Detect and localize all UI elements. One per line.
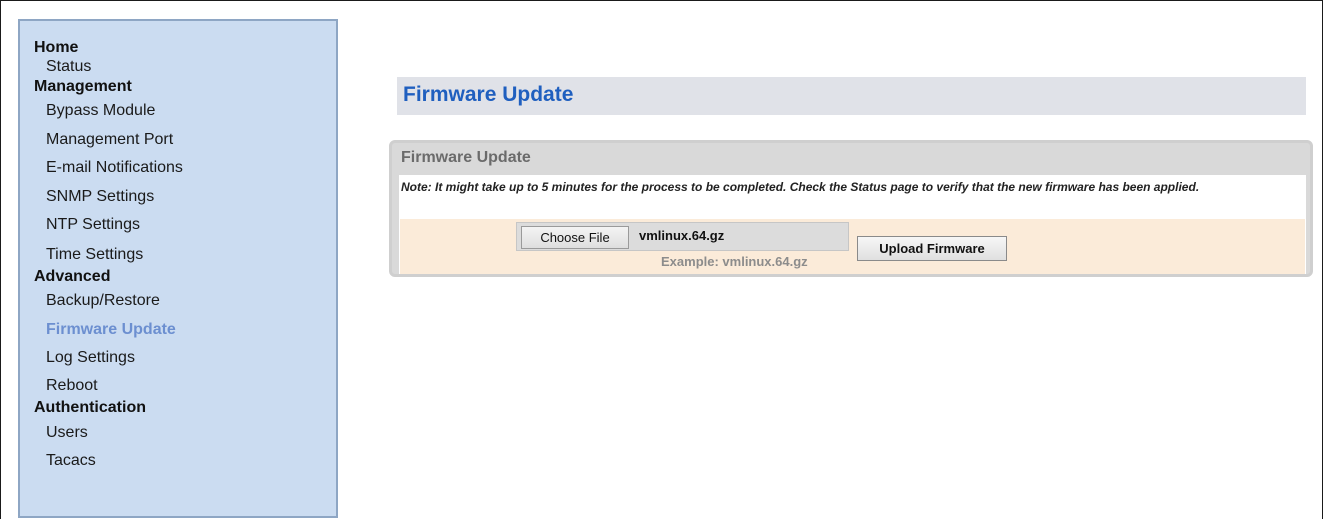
update-note: Note: It might take up to 5 minutes for …: [401, 180, 1200, 194]
nav-item-management-port[interactable]: Management Port: [34, 126, 336, 155]
page-title: Firmware Update: [403, 83, 574, 106]
firmware-update-panel: Firmware Update Note: It might take up t…: [389, 140, 1313, 277]
nav-item-reboot[interactable]: Reboot: [34, 373, 336, 394]
page-title-bar: Firmware Update: [397, 77, 1306, 115]
nav-item-tacacs[interactable]: Tacacs: [34, 447, 336, 476]
nav-group-advanced[interactable]: Advanced: [34, 263, 336, 287]
nav-group-home[interactable]: Home: [34, 37, 336, 58]
panel-title: Firmware Update: [401, 149, 531, 166]
panel-body: Note: It might take up to 5 minutes for …: [399, 175, 1306, 274]
file-example-hint: Example: vmlinux.64.gz: [661, 254, 808, 269]
nav-group-authentication[interactable]: Authentication: [34, 393, 336, 419]
sidebar-nav: Home Status Management Bypass Module Man…: [18, 19, 338, 518]
selected-file-name: vmlinux.64.gz: [639, 228, 725, 243]
file-input[interactable]: Choose File vmlinux.64.gz: [516, 222, 849, 251]
nav-item-backup-restore[interactable]: Backup/Restore: [34, 287, 336, 316]
nav-item-log-settings[interactable]: Log Settings: [34, 344, 336, 373]
nav-item-status[interactable]: Status: [34, 58, 336, 76]
nav-item-users[interactable]: Users: [34, 419, 336, 448]
upload-form-row: Choose File vmlinux.64.gz Example: vmlin…: [400, 219, 1305, 274]
upload-firmware-button[interactable]: Upload Firmware: [857, 236, 1007, 261]
nav-item-email-notifications[interactable]: E-mail Notifications: [34, 154, 336, 183]
choose-file-button[interactable]: Choose File: [521, 226, 629, 249]
nav-item-bypass-module[interactable]: Bypass Module: [34, 97, 336, 126]
nav-group-management[interactable]: Management: [34, 76, 336, 97]
nav-item-time-settings[interactable]: Time Settings: [34, 240, 336, 263]
nav-item-ntp-settings[interactable]: NTP Settings: [34, 211, 336, 240]
nav-item-snmp-settings[interactable]: SNMP Settings: [34, 183, 336, 212]
nav-item-firmware-update[interactable]: Firmware Update: [34, 316, 336, 345]
